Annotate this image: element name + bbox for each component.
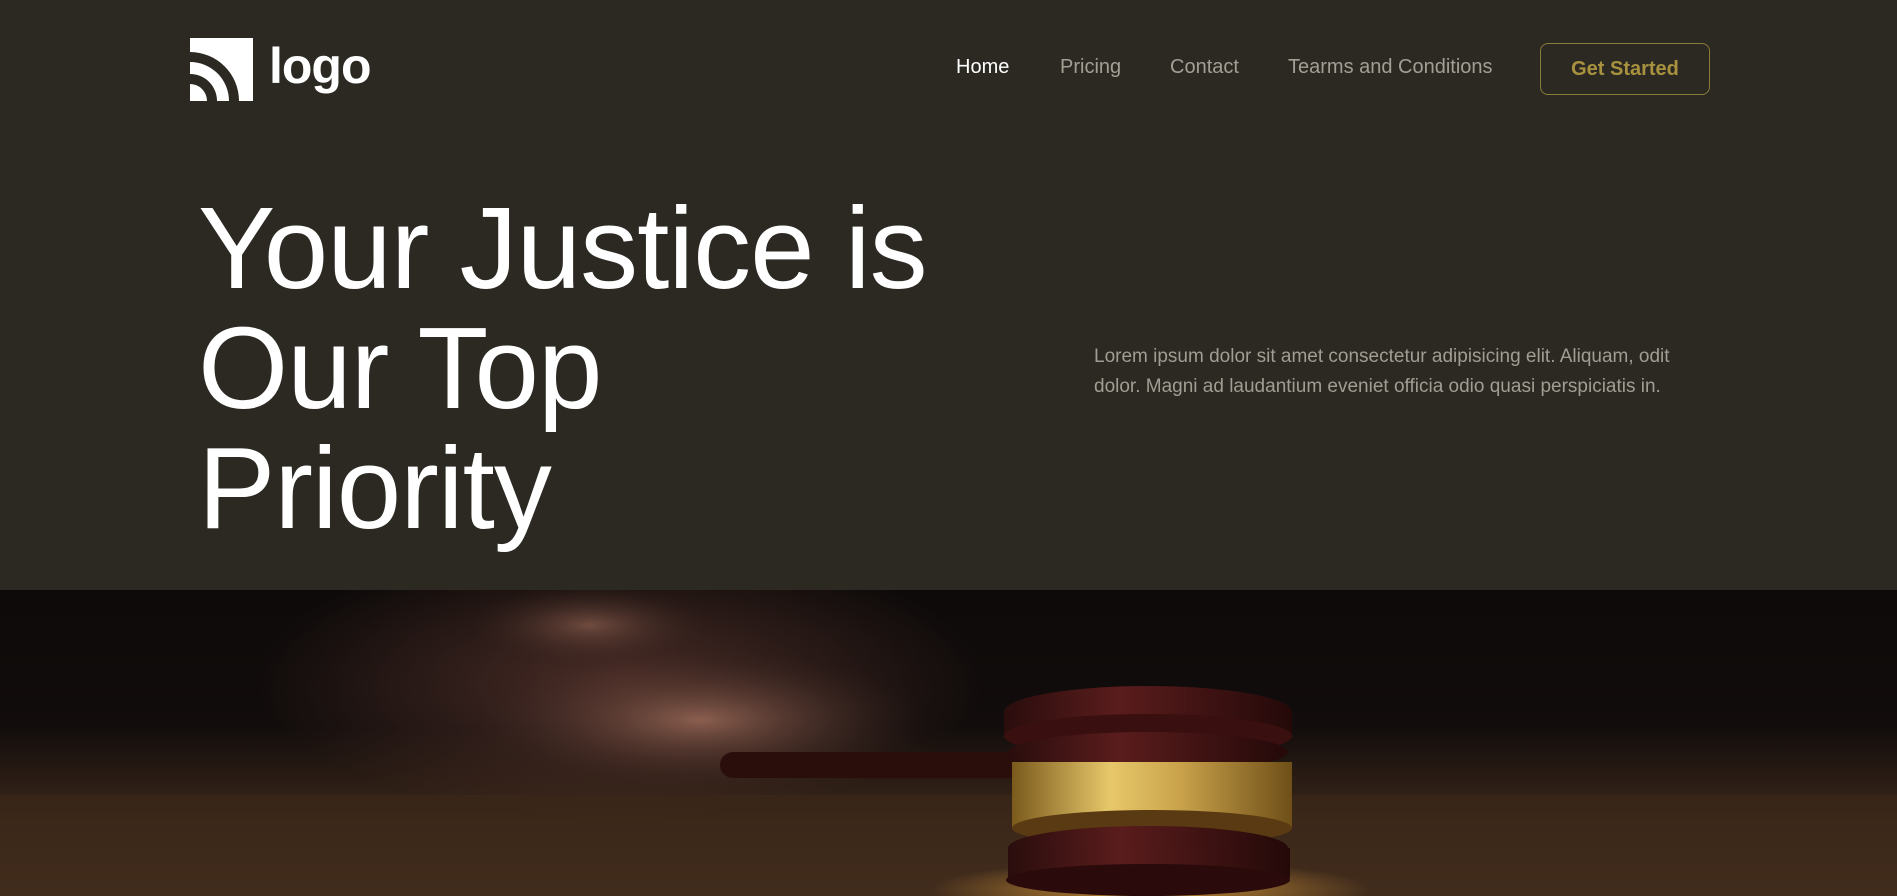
get-started-button[interactable]: Get Started (1540, 43, 1710, 95)
hero-title-line-1: Your Justice is (198, 183, 928, 313)
hero-title-line-3: Priority (198, 423, 552, 553)
site-header: logo Home Pricing Contact Tearms and Con… (0, 0, 1897, 140)
nav-item-home[interactable]: Home (956, 56, 1009, 79)
nav-item-contact[interactable]: Contact (1170, 56, 1239, 79)
hero-title-line-2: Our Top (198, 303, 603, 433)
signal-arcs-icon (190, 38, 253, 101)
nav-item-pricing[interactable]: Pricing (1060, 56, 1121, 79)
nav-item-terms[interactable]: Tearms and Conditions (1288, 56, 1493, 79)
logo-text: logo (269, 37, 372, 94)
gavel-illustration (0, 590, 1897, 896)
hero-title: Your Justice is Our Top Priority (198, 188, 1018, 548)
hero-description: Lorem ipsum dolor sit amet consectetur a… (1094, 346, 1670, 397)
logo[interactable]: logo (190, 37, 372, 101)
hero-gavel-image (0, 590, 1897, 896)
